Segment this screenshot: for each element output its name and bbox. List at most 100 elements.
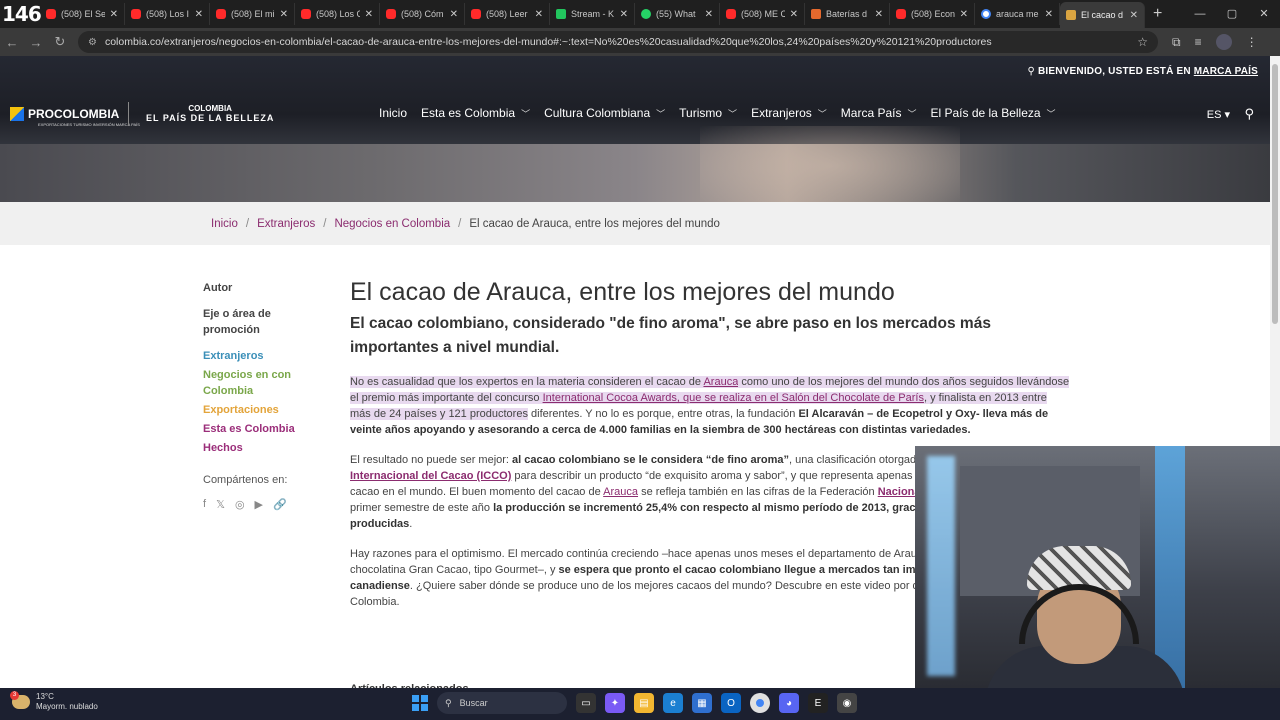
- browser-tab[interactable]: arauca me ✕: [975, 3, 1060, 25]
- browser-tab[interactable]: (508) Los I ✕: [125, 3, 210, 25]
- facebook-icon[interactable]: f: [203, 498, 206, 511]
- bookmark-star-icon[interactable]: ☆: [1137, 35, 1148, 49]
- reading-list-icon[interactable]: ≡: [1195, 35, 1202, 49]
- cocoa-awards-link[interactable]: International Cocoa Awards, que se reali…: [542, 392, 924, 404]
- cloudy-weather-icon: 3: [10, 691, 30, 709]
- browser-tabbar: 146 (508) El Se ✕ (508) Los I ✕ (508) El mi ✕…: [0, 0, 1280, 28]
- tab-favicon-icon: [386, 9, 396, 19]
- author-label: Autor: [203, 282, 233, 294]
- nav-item[interactable]: Esta es Colombia ﹀: [421, 106, 530, 120]
- arauca-link[interactable]: Arauca: [603, 486, 638, 498]
- weather-temp: 13°C: [36, 692, 54, 701]
- browser-tab[interactable]: (508) El Se ✕: [40, 3, 125, 25]
- search-icon[interactable]: ⚲: [1244, 106, 1254, 122]
- file-explorer-icon[interactable]: ▤: [634, 693, 654, 713]
- close-tab-icon[interactable]: ✕: [450, 9, 458, 20]
- nav-item[interactable]: Cultura Colombiana ﹀: [544, 106, 665, 120]
- language-selector[interactable]: ES ▾: [1207, 108, 1230, 121]
- weather-widget[interactable]: 3 13°C Mayorm. nublado: [10, 691, 98, 712]
- welcome-banner: ⚲ BIENVENIDO, USTED ESTÁ EN MARCA PAÍS: [1027, 66, 1258, 77]
- extensions-icon[interactable]: ⧉: [1172, 35, 1181, 50]
- breadcrumb-extranjeros[interactable]: Extranjeros: [257, 218, 315, 230]
- x-twitter-icon[interactable]: 𝕏: [216, 498, 225, 511]
- chrome-icon[interactable]: [750, 693, 770, 713]
- nav-item[interactable]: Marca País ﹀: [841, 106, 917, 120]
- tab-title: (508) Leer: [486, 9, 528, 19]
- discord-icon[interactable]: ◕: [779, 693, 799, 713]
- close-tab-icon[interactable]: ✕: [110, 9, 118, 20]
- nav-item[interactable]: Turismo ﹀: [679, 106, 737, 120]
- close-tab-icon[interactable]: ✕: [1130, 10, 1138, 21]
- tab-counter: 146: [2, 2, 42, 26]
- nav-item[interactable]: El País de la Belleza ﹀: [930, 106, 1055, 120]
- tag-link[interactable]: Exportaciones: [203, 402, 313, 418]
- browser-tab[interactable]: El cacao d ✕: [1060, 2, 1145, 28]
- nav-item-label: Extranjeros: [751, 106, 812, 120]
- tab-strip: (508) El Se ✕ (508) Los I ✕ (508) El mi ✕ (508…: [40, 0, 1162, 28]
- close-tab-icon[interactable]: ✕: [790, 9, 798, 20]
- arauca-link[interactable]: Arauca: [703, 376, 739, 388]
- instagram-icon[interactable]: ◎: [235, 498, 245, 511]
- youtube-icon[interactable]: ▶: [255, 498, 263, 511]
- browser-tab[interactable]: (508) ME C ✕: [720, 3, 805, 25]
- tag-link[interactable]: Negocios en con Colombia: [203, 367, 313, 399]
- browser-tab[interactable]: (508) Leer ✕: [465, 3, 550, 25]
- colombia-brand-logo[interactable]: COLOMBIA EL PAÍS DE LA BELLEZA: [146, 104, 274, 123]
- close-window-button[interactable]: ✕: [1248, 0, 1280, 28]
- tag-link[interactable]: Esta es Colombia: [203, 421, 313, 437]
- nav-item-label: Turismo: [679, 106, 723, 120]
- copy-link-icon[interactable]: 🔗: [273, 498, 287, 511]
- browser-tab[interactable]: (508) Econ ✕: [890, 3, 975, 25]
- procolombia-logo[interactable]: PROCOLOMBIA EXPORTACIONES TURISMO INVERS…: [10, 107, 140, 127]
- back-button[interactable]: ←: [0, 35, 24, 50]
- browser-tab[interactable]: (508) Los C ✕: [295, 3, 380, 25]
- edge-icon[interactable]: e: [663, 693, 683, 713]
- search-icon: ⚲: [445, 697, 452, 708]
- close-tab-icon[interactable]: ✕: [705, 9, 713, 20]
- url-field[interactable]: ⚙ colombia.co/extranjeros/negocios-en-co…: [78, 31, 1158, 53]
- taskbar-search[interactable]: ⚲ Buscar: [437, 692, 567, 714]
- browser-menu-icon[interactable]: ⋮: [1246, 35, 1258, 49]
- tab-title: arauca me: [996, 9, 1039, 19]
- marca-pais-link[interactable]: MARCA PAÍS: [1194, 66, 1258, 77]
- maximize-button[interactable]: ▢: [1216, 0, 1248, 28]
- icco-link[interactable]: Internacional del Cacao (ICCO): [350, 470, 511, 482]
- windows-start-icon[interactable]: [412, 695, 428, 711]
- app-icon[interactable]: ◉: [837, 693, 857, 713]
- close-tab-icon[interactable]: ✕: [960, 9, 968, 20]
- profile-avatar[interactable]: [1215, 34, 1232, 50]
- browser-tab[interactable]: (508) Cóm ✕: [380, 3, 465, 25]
- close-tab-icon[interactable]: ✕: [875, 9, 883, 20]
- close-tab-icon[interactable]: ✕: [365, 9, 373, 20]
- tag-link[interactable]: Hechos: [203, 440, 313, 456]
- task-view-icon[interactable]: ▭: [576, 693, 596, 713]
- close-tab-icon[interactable]: ✕: [535, 9, 543, 20]
- outlook-icon[interactable]: O: [721, 693, 741, 713]
- minimize-button[interactable]: —: [1184, 0, 1216, 28]
- breadcrumb-inicio[interactable]: Inicio: [211, 218, 238, 230]
- nav-item[interactable]: Extranjeros ﹀: [751, 106, 827, 120]
- browser-tab[interactable]: (55) What ✕: [635, 3, 720, 25]
- tag-link[interactable]: Extranjeros: [203, 348, 313, 364]
- store-icon[interactable]: ▦: [692, 693, 712, 713]
- close-tab-icon[interactable]: ✕: [280, 9, 288, 20]
- breadcrumb-negocios[interactable]: Negocios en Colombia: [334, 218, 450, 230]
- browser-tab[interactable]: Baterías d ✕: [805, 3, 890, 25]
- browser-tab[interactable]: Stream - K ✕: [550, 3, 635, 25]
- nav-item[interactable]: Inicio: [379, 106, 407, 120]
- close-tab-icon[interactable]: ✕: [1045, 9, 1053, 20]
- webcam-overlay: [915, 446, 1280, 688]
- eje-label: Eje o área de promoción: [203, 308, 271, 336]
- scrollbar-thumb[interactable]: [1272, 64, 1278, 324]
- reload-button[interactable]: ↻: [48, 34, 72, 50]
- site-info-icon[interactable]: ⚙: [88, 37, 97, 48]
- epic-games-icon[interactable]: E: [808, 693, 828, 713]
- url-text: colombia.co/extranjeros/negocios-en-colo…: [104, 36, 992, 48]
- new-tab-button[interactable]: +: [1153, 5, 1162, 23]
- close-tab-icon[interactable]: ✕: [620, 9, 628, 20]
- copilot-icon[interactable]: ✦: [605, 693, 625, 713]
- browser-tab[interactable]: (508) El mi ✕: [210, 3, 295, 25]
- close-tab-icon[interactable]: ✕: [195, 9, 203, 20]
- forward-button[interactable]: →: [24, 35, 48, 50]
- tab-favicon-icon: [471, 9, 481, 19]
